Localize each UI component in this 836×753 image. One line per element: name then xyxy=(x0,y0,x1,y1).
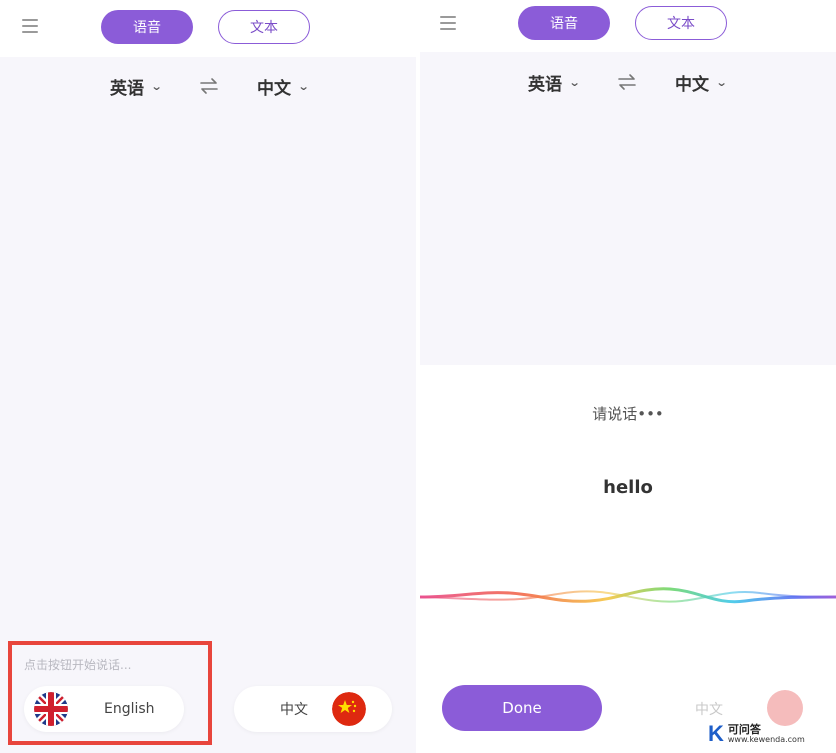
top-bar: 语音 文本 xyxy=(420,0,836,52)
chevron-down-icon: ⌄ xyxy=(150,79,163,93)
swap-arrows-icon[interactable] xyxy=(199,76,219,96)
source-language-select[interactable]: 英语 ⌄ xyxy=(528,62,581,102)
english-button-label: English xyxy=(104,701,155,717)
recognized-text: hello xyxy=(603,477,653,498)
chinese-button-label: 中文 xyxy=(280,702,308,718)
chevron-down-icon: ⌄ xyxy=(568,75,581,89)
source-language-select[interactable]: 英语 ⌄ xyxy=(110,66,163,106)
watermark-logo: K 可问答 www.kewenda.com xyxy=(708,718,832,750)
chinese-button-label: 中文 xyxy=(695,702,723,718)
watermark-name: 可问答 xyxy=(727,722,761,736)
tab-text[interactable]: 文本 xyxy=(218,10,310,44)
hint-text: 点击按钮开始说话... xyxy=(24,658,132,672)
tab-voice[interactable]: 语音 xyxy=(518,6,610,40)
chevron-down-icon: ⌄ xyxy=(297,79,310,93)
language-bar: 英语 ⌄ 中文 ⌄ xyxy=(420,62,836,102)
swap-arrows-icon[interactable] xyxy=(617,72,637,92)
target-language-select[interactable]: 中文 ⌄ xyxy=(257,66,310,106)
chevron-down-icon: ⌄ xyxy=(715,75,728,89)
english-speak-button[interactable]: English xyxy=(24,686,184,732)
done-button[interactable]: Done xyxy=(442,685,602,731)
listening-prompt: 请说话••• xyxy=(592,405,664,423)
target-language-label: 中文 xyxy=(675,74,709,95)
target-language-select[interactable]: 中文 ⌄ xyxy=(675,62,728,102)
tab-voice[interactable]: 语音 xyxy=(101,10,193,44)
target-language-label: 中文 xyxy=(257,78,291,99)
hamburger-menu-icon[interactable] xyxy=(22,19,38,33)
china-flag-icon xyxy=(332,692,366,726)
voice-waveform xyxy=(420,587,836,604)
right-screen: 语音 文本 英语 ⌄ 中文 ⌄ 请说话••• hello Done 中文 xyxy=(420,0,836,753)
source-language-label: 英语 xyxy=(110,78,144,99)
left-screen: 语音 文本 英语 ⌄ 中文 ⌄ 点击按钮开始说话... English 中文 xyxy=(0,0,416,753)
tab-text[interactable]: 文本 xyxy=(635,6,727,40)
watermark-url: www.kewenda.com xyxy=(727,734,805,744)
hamburger-menu-icon[interactable] xyxy=(440,16,456,30)
top-bar: 语音 文本 xyxy=(0,0,416,57)
uk-flag-icon xyxy=(34,692,68,726)
chinese-speak-button[interactable]: 中文 xyxy=(234,686,392,732)
watermark-letter: K xyxy=(708,721,724,746)
listening-sheet: 请说话••• hello Done 中文 xyxy=(420,365,836,753)
language-bar: 英语 ⌄ 中文 ⌄ xyxy=(0,66,416,106)
source-language-label: 英语 xyxy=(528,74,562,95)
